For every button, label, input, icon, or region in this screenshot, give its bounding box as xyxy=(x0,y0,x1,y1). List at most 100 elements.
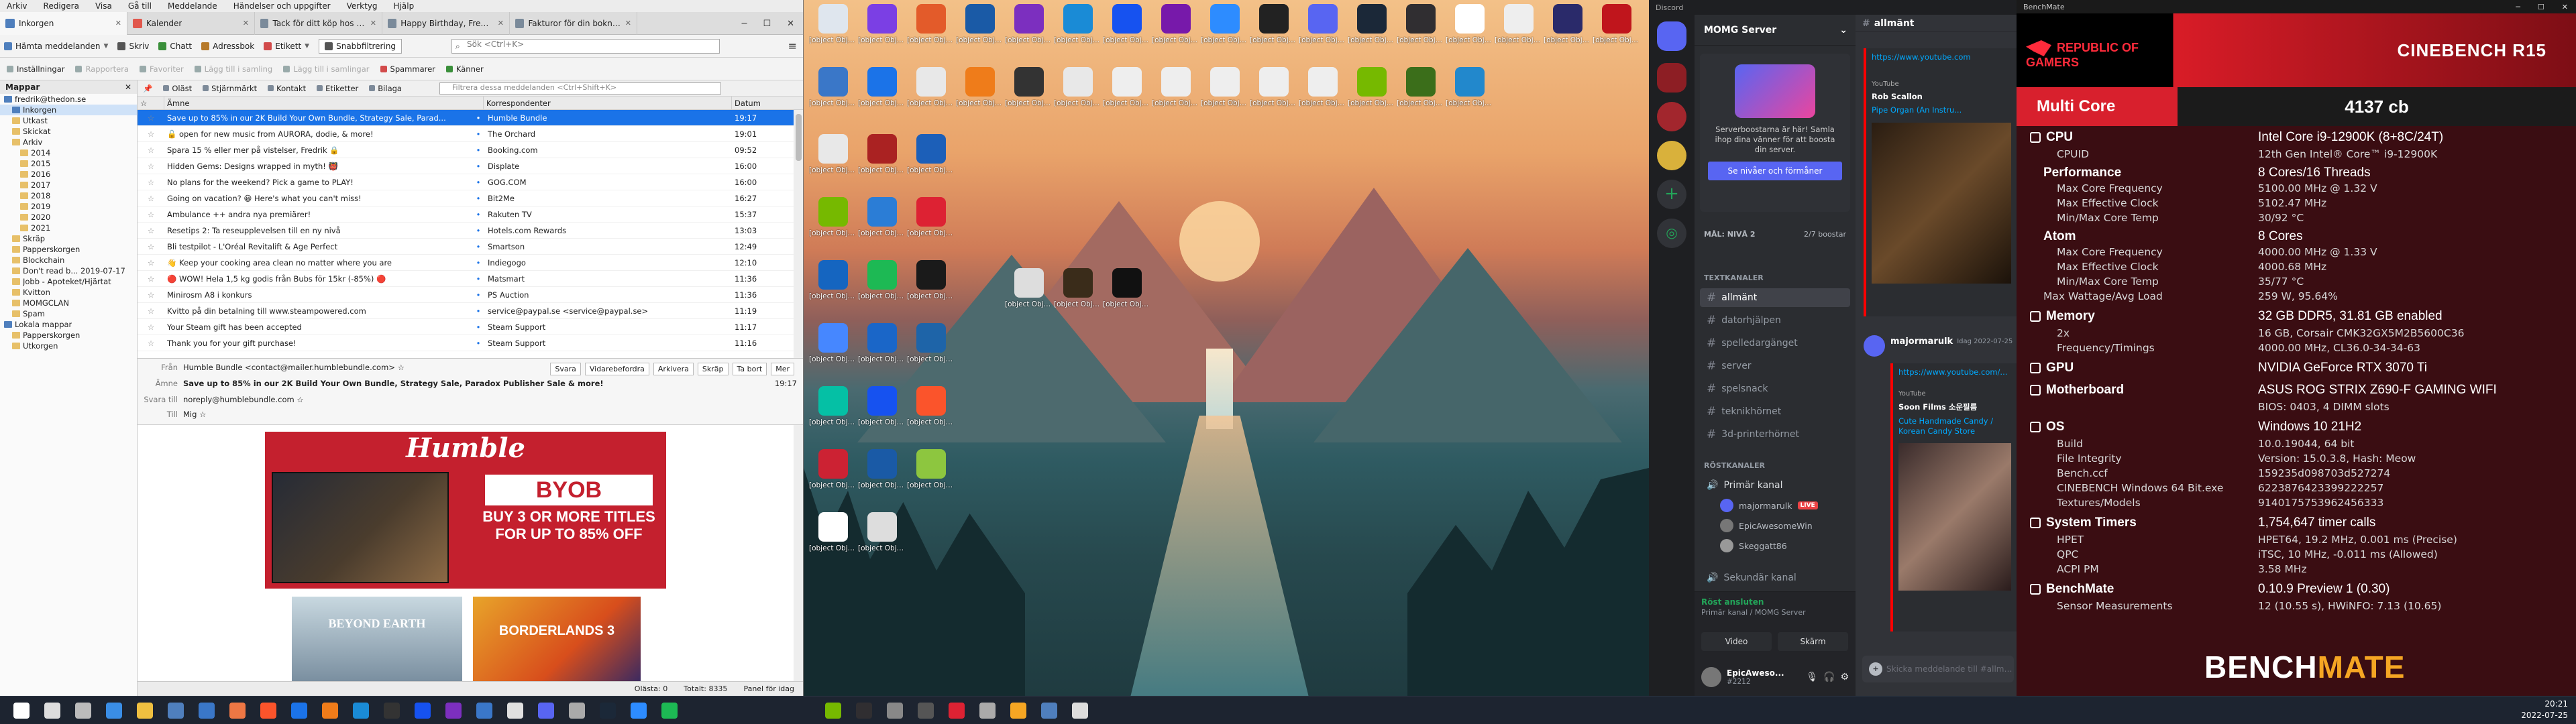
table-row[interactable]: ☆ Going on vacation? 😀 Here's what you ca… xyxy=(138,190,794,206)
star-icon[interactable]: ☆ xyxy=(138,258,164,267)
taskbar-app-icon[interactable] xyxy=(538,703,554,719)
read-status-icon[interactable]: • xyxy=(473,339,484,348)
filter-input[interactable]: Filtrera dessa meddelanden <Ctrl+Shift+K… xyxy=(439,82,721,95)
system-clock[interactable]: 20:21 2022-07-25 xyxy=(2521,699,2568,721)
star-icon[interactable]: ☆ xyxy=(138,242,164,251)
taskbar-app-icon[interactable] xyxy=(445,703,462,719)
star-icon[interactable]: ☆ xyxy=(138,162,164,171)
folder-item[interactable]: fredrik@thedon.se xyxy=(0,94,137,105)
table-row[interactable]: ☆ Resetips 2: Ta reseupplevelsen till en … xyxy=(138,223,794,239)
desktop-shortcut[interactable]: [object Object] xyxy=(1348,67,1396,107)
menu-item[interactable]: Gå till xyxy=(121,1,152,11)
category-voice-channels[interactable]: RÖSTKANALER xyxy=(1704,461,1765,470)
tab-4[interactable]: Fakturor för din bokning ✕ xyxy=(510,11,637,35)
close-icon[interactable]: ✕ xyxy=(370,19,376,27)
addon-button-1[interactable]: Rapportera xyxy=(75,64,129,74)
star-icon[interactable]: ☆ xyxy=(138,306,164,316)
table-row[interactable]: ☆ Thank you for your gift purchase! • Steam… xyxy=(138,335,794,351)
status-item[interactable]: Panel för idag xyxy=(743,684,794,693)
folder-item[interactable]: Skickat xyxy=(0,126,137,137)
game-banner-borderlands[interactable]: BORDERLANDS 3 xyxy=(473,597,641,681)
desktop-shortcut[interactable]: [object Object] xyxy=(809,197,857,237)
start-icon[interactable] xyxy=(13,703,30,719)
addon-button-5[interactable]: Spammarer xyxy=(380,64,435,74)
folder-item[interactable]: Inkorgen xyxy=(0,105,137,115)
desktop-shortcut[interactable]: [object Object] xyxy=(956,4,1004,44)
search-icon[interactable] xyxy=(44,703,60,719)
voice-user[interactable]: majormarulk LIVE xyxy=(1720,497,1818,514)
message-action-4[interactable]: Ta bort xyxy=(732,363,767,375)
desktop-shortcut[interactable]: [object Object] xyxy=(1544,4,1592,44)
menu-item[interactable]: Arkiv xyxy=(0,1,28,11)
folder-item[interactable]: 2020 xyxy=(0,212,137,223)
desktop-shortcut[interactable]: [object Object] xyxy=(858,4,906,44)
read-status-icon[interactable]: • xyxy=(473,129,484,139)
close-icon[interactable]: ✕ xyxy=(787,19,794,29)
desktop-shortcut[interactable]: [object Object] xyxy=(907,449,955,489)
microphone-icon[interactable]: 🎙 xyxy=(1806,672,1818,682)
video-thumbnail[interactable] xyxy=(1898,443,2011,591)
desktop-shortcut[interactable]: [object Object] xyxy=(809,449,857,489)
quick-filter-4[interactable]: Bilaga xyxy=(369,84,402,93)
addon-button-6[interactable]: Känner xyxy=(445,64,484,74)
desktop-shortcut[interactable]: [object Object] xyxy=(1201,67,1249,107)
quick-filter-1[interactable]: Stjärnmärkt xyxy=(203,84,257,93)
taskbar-app-icon[interactable] xyxy=(918,703,934,719)
video-thumbnail[interactable] xyxy=(1872,123,2011,284)
desktop-shortcut[interactable]: [object Object] xyxy=(809,4,857,44)
desktop-shortcut[interactable]: [object Object] xyxy=(1348,4,1396,44)
desktop-shortcut[interactable]: [object Object] xyxy=(1593,4,1641,44)
table-row[interactable]: ☆ Save up to 85% in our 2K Build Your Own… xyxy=(138,110,794,126)
desktop-shortcut[interactable]: [object Object] xyxy=(809,386,857,426)
toolbar-button-0[interactable]: Hämta meddelanden ▼ xyxy=(4,42,108,51)
minimize-icon[interactable]: ─ xyxy=(2516,3,2520,11)
taskbar-app-icon[interactable] xyxy=(229,703,246,719)
toolbar-button-1[interactable]: Skriv xyxy=(117,42,149,51)
desktop-shortcut[interactable]: [object Object] xyxy=(1005,268,1053,308)
read-status-icon[interactable]: • xyxy=(473,290,484,300)
taskbar-app-icon[interactable] xyxy=(1010,703,1026,719)
folder-item[interactable]: 2014 xyxy=(0,147,137,158)
read-status-icon[interactable]: • xyxy=(473,226,484,235)
desktop-shortcut[interactable]: [object Object] xyxy=(858,260,906,300)
close-icon[interactable]: ✕ xyxy=(125,82,131,92)
menu-item[interactable]: Händelser och uppgifter xyxy=(227,1,331,11)
close-icon[interactable]: ✕ xyxy=(498,19,504,27)
table-row[interactable]: ☆ Ambulance ++ andra nya premiärer! • Rakut… xyxy=(138,206,794,223)
desktop-shortcut[interactable]: [object Object] xyxy=(1446,4,1494,44)
star-icon[interactable]: ☆ xyxy=(138,339,164,348)
server-icon[interactable] xyxy=(1657,141,1686,170)
folder-item[interactable]: 2018 xyxy=(0,190,137,201)
desktop-shortcut[interactable]: [object Object] xyxy=(907,386,955,426)
desktop-shortcut[interactable]: [object Object] xyxy=(809,323,857,363)
voice-channel-1[interactable]: 🔊 Sekundär kanal xyxy=(1700,568,1850,587)
desktop-shortcut[interactable]: [object Object] xyxy=(809,67,857,107)
folder-item[interactable]: Papperskorgen xyxy=(0,330,137,341)
taskbar-app-icon[interactable] xyxy=(384,703,400,719)
addon-button-0[interactable]: Inställningar xyxy=(7,64,64,74)
star-icon[interactable]: ☆ xyxy=(138,274,164,284)
taskbar-app-icon[interactable] xyxy=(569,703,585,719)
reply-to-value[interactable]: noreply@humblebundle.com ☆ xyxy=(183,395,304,404)
folder-item[interactable]: Skräp xyxy=(0,233,137,244)
column-subject[interactable]: Ämne xyxy=(164,96,484,110)
table-row[interactable]: ☆ Kvitto på din betalning till www.steamp… xyxy=(138,303,794,319)
addon-button-2[interactable]: Favoriter xyxy=(139,64,184,74)
star-icon[interactable]: ☆ xyxy=(138,194,164,203)
gear-icon[interactable]: ⚙ xyxy=(1840,672,1849,682)
to-value[interactable]: Mig ☆ xyxy=(183,410,206,419)
menu-item[interactable]: Meddelande xyxy=(161,1,217,11)
server-header[interactable]: MOMG Server ⌄ xyxy=(1695,15,1856,46)
table-row[interactable]: ☆ No plans for the weekend? Pick a game t… xyxy=(138,174,794,190)
embed-url[interactable]: https://www.youtube.com xyxy=(1872,52,2011,62)
from-value[interactable]: Humble Bundle <contact@mailer.humblebund… xyxy=(183,363,405,372)
channel-5[interactable]: # teknikhörnet xyxy=(1700,402,1850,421)
star-icon[interactable]: ☆ xyxy=(138,178,164,187)
desktop-shortcut[interactable]: [object Object] xyxy=(907,197,955,237)
folder-item[interactable]: Arkiv xyxy=(0,137,137,147)
desktop-shortcut[interactable]: [object Object] xyxy=(1201,4,1249,44)
embed-url[interactable]: https://www.youtube.com/... xyxy=(1898,367,2011,377)
close-icon[interactable]: ✕ xyxy=(115,19,121,27)
avatar[interactable] xyxy=(1701,667,1721,687)
desktop-shortcut[interactable]: [object Object] xyxy=(858,134,906,174)
